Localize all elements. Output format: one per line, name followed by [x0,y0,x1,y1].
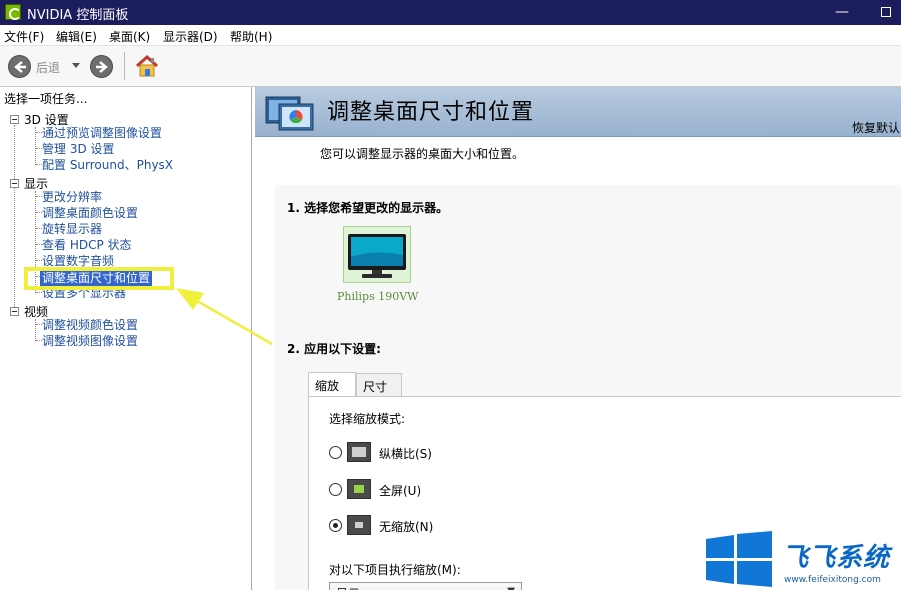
mode-aspect-ratio-label: 纵横比(S) [379,447,432,461]
tree-guide [35,319,36,341]
toolbar: 后退 [0,46,901,87]
title-bar: NVIDIA 控制面板 — [0,0,901,25]
highlight-annotation [24,267,174,290]
aspect-ratio-icon [347,442,371,462]
maximize-icon [881,7,891,17]
page-description: 您可以调整显示器的桌面大小和位置。 [320,147,525,161]
collapse-display-icon[interactable] [10,179,19,188]
page-title: 调整桌面尺寸和位置 [327,100,535,125]
menu-display[interactable]: 显示器(D) [163,28,218,45]
watermark: 飞飞系统 www.feifeixitong.com [704,531,901,590]
perform-scaling-select[interactable]: 显示 ▼ [329,582,522,590]
forward-button[interactable] [90,55,113,78]
arrow-left-icon [14,61,26,73]
mode-no-scaling-label: 无缩放(N) [379,520,434,534]
tab-scaling[interactable]: 缩放 [308,372,356,398]
windows-logo-icon [706,531,772,587]
home-icon [135,54,159,77]
toolbar-separator [124,52,125,80]
sidebar-item-surround-physx[interactable]: 配置 Surround、PhysX [42,156,173,173]
no-scaling-icon [347,515,371,535]
tree-guide [14,125,15,313]
menu-help[interactable]: 帮助(H) [230,28,272,45]
sidebar-item-video-color[interactable]: 调整视频颜色设置 [42,316,138,333]
display-name: Philips 190VW [337,290,419,303]
radio-fullscreen[interactable] [329,483,342,496]
arrow-right-icon [96,61,108,73]
monitor-icon [348,234,406,278]
scaling-mode-label: 选择缩放模式: [329,412,406,426]
page-banner: 调整桌面尺寸和位置 恢复默认 [255,87,901,137]
step-select-display: 1. 选择您希望更改的显示器。 [287,201,449,215]
sidebar-item-hdcp-status[interactable]: 查看 HDCP 状态 [42,236,132,253]
tab-size[interactable]: 尺寸 [356,373,402,397]
task-tree: 3D 设置 通过预览调整图像设置 管理 3D 设置 配置 Surround、Ph… [0,87,252,590]
mode-fullscreen-label: 全屏(U) [379,484,422,498]
step-apply-settings: 2. 应用以下设置: [287,342,381,356]
maximize-button[interactable] [876,2,896,22]
menu-bar: 文件(F) 编辑(E) 桌面(K) 显示器(D) 帮助(H) [0,25,901,46]
sidebar-item-rotate-display[interactable]: 旋转显示器 [42,220,102,237]
collapse-3d-icon[interactable] [10,115,19,124]
nvidia-logo-icon [5,4,21,20]
chevron-down-icon: ▼ [507,586,515,590]
collapse-video-icon[interactable] [10,307,19,316]
sidebar-item-video-image[interactable]: 调整视频图像设置 [42,332,138,349]
radio-no-scaling[interactable] [329,519,342,532]
sidebar-item-change-resolution[interactable]: 更改分辨率 [42,188,102,205]
history-dropdown-icon[interactable] [72,63,80,68]
menu-file[interactable]: 文件(F) [4,28,44,45]
display-selector-philips[interactable] [343,226,411,283]
window-title: NVIDIA 控制面板 [27,8,129,23]
sidebar-item-manage-3d[interactable]: 管理 3D 设置 [42,140,115,157]
sidebar-item-desktop-color[interactable]: 调整桌面颜色设置 [42,204,138,221]
task-panel: 选择一项任务... 3D 设置 通过预览调整图像设置 管理 3D 设置 配置 S… [0,87,252,590]
menu-edit[interactable]: 编辑(E) [56,28,97,45]
content-panel: 调整桌面尺寸和位置 恢复默认 您可以调整显示器的桌面大小和位置。 1. 选择您希… [253,87,901,590]
minimize-button[interactable]: — [832,2,852,22]
fullscreen-icon [347,479,371,499]
watermark-brand: 飞飞系统 [782,543,891,573]
radio-aspect-ratio[interactable] [329,446,342,459]
perform-scaling-label: 对以下项目执行缩放(M): [329,563,461,577]
sidebar-item-preview-image-settings[interactable]: 通过预览调整图像设置 [42,124,162,141]
menu-desktop[interactable]: 桌面(K) [109,28,150,45]
home-button[interactable] [134,53,160,79]
display-settings-icon [265,96,314,131]
restore-defaults-link[interactable]: 恢复默认 [852,119,900,136]
back-button[interactable] [8,55,31,78]
back-label: 后退 [36,61,61,75]
watermark-url: www.feifeixitong.com [784,575,881,585]
